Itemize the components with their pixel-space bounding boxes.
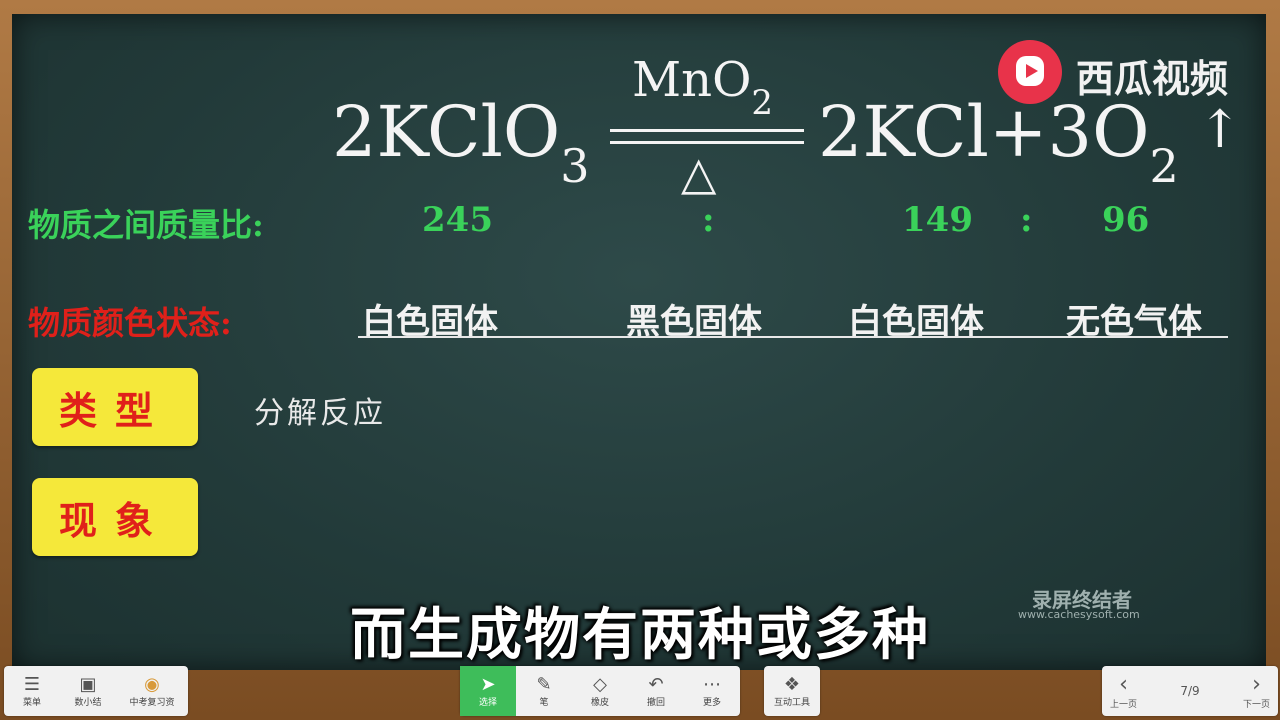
- color-state-label: 物质颜色状态:: [28, 304, 232, 342]
- mass-value-kcl: 149: [902, 200, 973, 240]
- interact-icon: ❖: [783, 673, 801, 695]
- eraser-icon: ◇: [593, 673, 607, 695]
- reactant-formula: 2KClO: [332, 91, 561, 173]
- menu-label: 菜单: [22, 697, 41, 708]
- equals-line-top: [610, 129, 804, 132]
- mass-separator-1: :: [702, 200, 715, 240]
- slides-button[interactable]: ▣ 数小结: [60, 666, 116, 716]
- reactant-subscript: 3: [560, 139, 590, 193]
- toolbar-pager: ‹ 上一页 7/9 › 下一页: [1102, 666, 1278, 716]
- mass-ratio-label: 物质之间质量比:: [28, 206, 264, 244]
- heat-triangle-icon: △: [681, 146, 717, 200]
- undo-button[interactable]: ↶ 撤回: [628, 666, 684, 716]
- avatar-icon: ◉: [144, 673, 160, 695]
- products-formula: 2KCl+3O: [818, 91, 1150, 173]
- gas-arrow-icon: ↑: [1198, 100, 1242, 160]
- pen-icon: ✎: [536, 673, 552, 695]
- interact-tool-button[interactable]: ❖ 互动工具: [764, 666, 820, 716]
- equation-products: 2KCl+3O2: [818, 91, 1179, 193]
- equals-line-bottom: [610, 141, 804, 144]
- interact-label: 互动工具: [773, 697, 810, 708]
- toolbar-left: ☰ 菜单 ▣ 数小结 ◉ 中考复习资: [4, 666, 188, 716]
- eraser-tool-button[interactable]: ◇ 橡皮: [572, 666, 628, 716]
- cursor-icon: ➤: [480, 673, 496, 695]
- slides-label: 数小结: [74, 697, 102, 708]
- type-button[interactable]: 类型: [32, 368, 198, 446]
- equation-reactant: 2KClO3: [332, 91, 590, 193]
- undo-label: 撤回: [646, 697, 665, 708]
- video-subtitle: 而生成物有两种或多种: [350, 603, 930, 668]
- menu-icon: ☰: [23, 673, 41, 695]
- eraser-label: 橡皮: [590, 697, 609, 708]
- mass-value-o2: 96: [1102, 200, 1150, 240]
- pager: ‹ 上一页 7/9 › 下一页: [1102, 672, 1278, 710]
- prev-page-label: 上一页: [1110, 700, 1138, 710]
- chevron-left-icon: ‹: [1119, 672, 1128, 697]
- mass-separator-2: :: [1020, 200, 1033, 240]
- undo-icon: ↶: [648, 673, 664, 695]
- menu-button[interactable]: ☰ 菜单: [4, 666, 60, 716]
- catalyst-formula: MnO: [632, 52, 752, 108]
- slides-icon: ▣: [79, 673, 97, 695]
- mass-value-reactant: 245: [422, 200, 493, 240]
- course-button[interactable]: ◉ 中考复习资: [116, 666, 188, 716]
- state-underline: [358, 336, 1228, 338]
- next-page-button[interactable]: › 下一页: [1243, 672, 1270, 710]
- toolbar-interact: ❖ 互动工具: [764, 666, 820, 716]
- next-page-label: 下一页: [1242, 700, 1270, 710]
- pen-tool-button[interactable]: ✎ 笔: [516, 666, 572, 716]
- page-indicator: 7/9: [1180, 684, 1200, 698]
- xigua-logo-icon: [998, 40, 1062, 104]
- catalyst-subscript: 2: [751, 83, 774, 123]
- course-label: 中考复习资: [129, 697, 175, 708]
- type-value: 分解反应: [254, 396, 386, 431]
- equation-catalyst: MnO2: [632, 52, 773, 123]
- select-tool-button[interactable]: ➤ 选择: [460, 666, 516, 716]
- select-label: 选择: [478, 697, 497, 708]
- prev-page-button[interactable]: ‹ 上一页: [1110, 672, 1137, 710]
- phenomenon-button[interactable]: 现象: [32, 478, 198, 556]
- toolbar-center: ➤ 选择 ✎ 笔 ◇ 橡皮 ↶ 撤回 ⋯ 更多: [460, 666, 740, 716]
- pen-label: 笔: [539, 697, 549, 708]
- chevron-right-icon: ›: [1252, 672, 1261, 697]
- more-label: 更多: [702, 697, 721, 708]
- more-icon: ⋯: [703, 673, 721, 695]
- watermark-brand: 西瓜视频: [1076, 57, 1229, 101]
- more-button[interactable]: ⋯ 更多: [684, 666, 740, 716]
- products-subscript: 2: [1149, 139, 1179, 193]
